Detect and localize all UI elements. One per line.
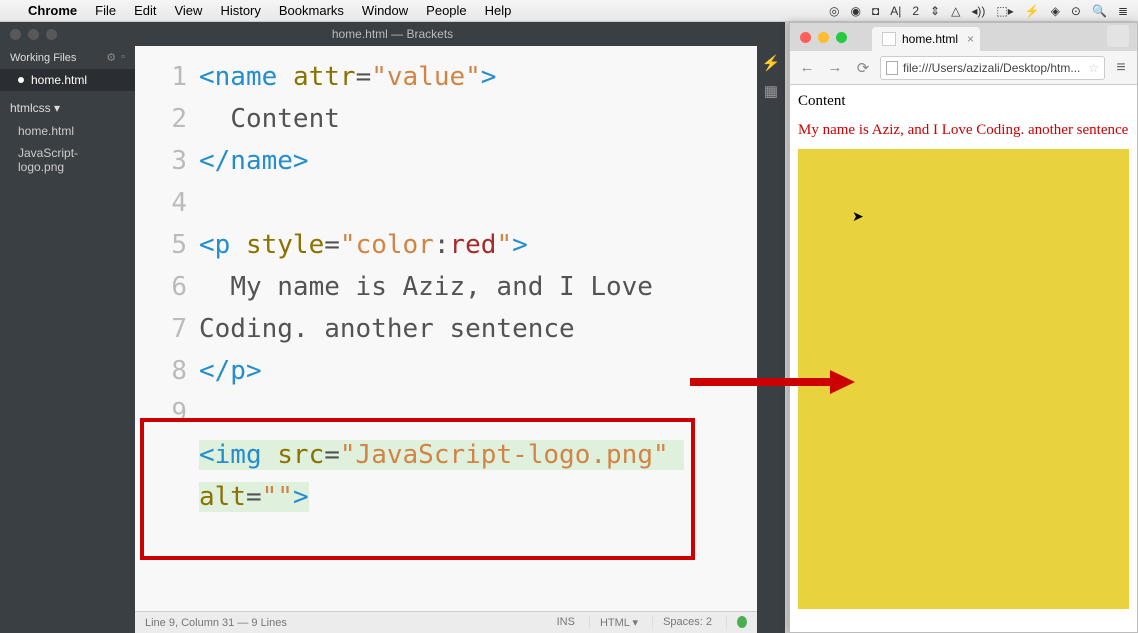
editor-area: 123456789 <name attr="value"> Content</n… [135,46,757,633]
brackets-sidebar: Working Files ⚙ ▫ home.html htmlcss ▾ ho… [0,46,135,633]
browser-tab[interactable]: home.html × [872,27,980,51]
status-icon[interactable]: ◎ [829,4,839,18]
url-text: file:///Users/azizali/Desktop/htm... [903,61,1080,75]
forward-button[interactable]: → [824,59,846,76]
file-name: JavaScript-logo.png [18,146,117,174]
working-file-item[interactable]: home.html [0,69,135,91]
brackets-extension-strip: ⚡ ▦ [757,46,785,633]
insert-mode[interactable]: INS [547,616,575,629]
window-title: home.html — Brackets [0,27,785,41]
chrome-browser-window: home.html × ← → ⟳ file:///Users/azizali/… [789,22,1138,633]
brackets-titlebar[interactable]: home.html — Brackets [0,22,785,46]
status-icon[interactable]: ◉ [851,4,861,18]
battery-icon[interactable]: ⬚▸ [996,4,1013,18]
volume-icon[interactable]: ◂)) [971,4,985,18]
zoom-window-button[interactable] [836,32,847,43]
split-icon[interactable]: ▫ [121,51,125,64]
minimize-window-button[interactable] [28,29,39,40]
back-button[interactable]: ← [796,59,818,76]
code-editor[interactable]: 123456789 <name attr="value"> Content</n… [135,46,757,611]
profile-avatar[interactable] [1107,25,1129,47]
status-bar: Line 9, Column 31 — 9 Lines INS HTML ▾ S… [135,611,757,633]
project-dropdown[interactable]: htmlcss ▾ [0,91,135,120]
indent-setting[interactable]: Spaces: 2 [652,616,712,629]
status-icon[interactable]: 2 [912,4,919,18]
notification-center-icon[interactable]: ≣ [1118,4,1128,18]
dirty-indicator-icon [18,77,24,83]
charging-icon[interactable]: ⚡ [1025,4,1040,18]
line-number-gutter: 123456789 [135,46,195,611]
code-content[interactable]: <name attr="value"> Content</name> <p st… [195,46,757,611]
working-files-header[interactable]: Working Files ⚙ ▫ [0,46,135,69]
menu-bookmarks[interactable]: Bookmarks [279,3,344,18]
chrome-tabbar: home.html × [790,23,1137,51]
wifi-icon[interactable]: ◈ [1051,4,1060,18]
menu-chrome[interactable]: Chrome [28,3,77,18]
spotlight-icon[interactable]: 🔍 [1092,4,1107,18]
tab-title: home.html [902,32,958,46]
menu-file[interactable]: File [95,3,116,18]
linting-status-icon[interactable] [737,616,747,628]
menu-history[interactable]: History [220,3,260,18]
address-bar[interactable]: file:///Users/azizali/Desktop/htm... ☆ [880,56,1105,80]
dropbox-icon[interactable]: ⇕ [930,4,940,18]
menu-window[interactable]: Window [362,3,408,18]
project-file-item[interactable]: JavaScript-logo.png [0,142,135,178]
language-mode[interactable]: HTML ▾ [589,616,638,629]
status-icon[interactable]: △ [951,4,960,18]
chrome-menu-icon[interactable]: ≡ [1111,59,1131,77]
minimize-window-button[interactable] [818,32,829,43]
close-window-button[interactable] [800,32,811,43]
gear-icon[interactable]: ⚙ [106,51,116,64]
rendered-name-content: Content [798,93,1129,110]
live-preview-icon[interactable]: ⚡ [762,54,781,72]
extension-manager-icon[interactable]: ▦ [764,82,778,100]
status-icon[interactable]: A| [890,4,901,18]
page-viewport: Content My name is Aziz, and I Love Codi… [790,85,1137,632]
rendered-image [798,149,1129,609]
favicon-icon [882,32,896,46]
mac-menubar: Chrome File Edit View History Bookmarks … [0,0,1138,22]
zoom-window-button[interactable] [46,29,57,40]
menu-edit[interactable]: Edit [134,3,156,18]
menu-help[interactable]: Help [485,3,512,18]
menubar-status-area: ◎ ◉ ◘ A| 2 ⇕ △ ◂)) ⬚▸ ⚡ ◈ ⊙ 🔍 ≣ [829,4,1128,18]
close-window-button[interactable] [10,29,21,40]
page-icon [886,61,898,75]
close-tab-icon[interactable]: × [967,32,974,46]
menu-people[interactable]: People [426,3,466,18]
brackets-editor-window: home.html — Brackets Working Files ⚙ ▫ h… [0,22,785,633]
status-icon[interactable]: ◘ [872,4,879,18]
working-files-label: Working Files [10,52,76,64]
reload-button[interactable]: ⟳ [852,59,874,77]
clock-icon[interactable]: ⊙ [1071,4,1081,18]
menu-view[interactable]: View [174,3,202,18]
file-name: home.html [31,73,87,87]
bookmark-star-icon[interactable]: ☆ [1088,61,1099,75]
project-file-item[interactable]: home.html [0,120,135,142]
chrome-toolbar: ← → ⟳ file:///Users/azizali/Desktop/htm.… [790,51,1137,85]
file-name: home.html [18,124,74,138]
cursor-position: Line 9, Column 31 — 9 Lines [145,617,287,629]
rendered-paragraph: My name is Aziz, and I Love Coding. anot… [798,122,1129,139]
